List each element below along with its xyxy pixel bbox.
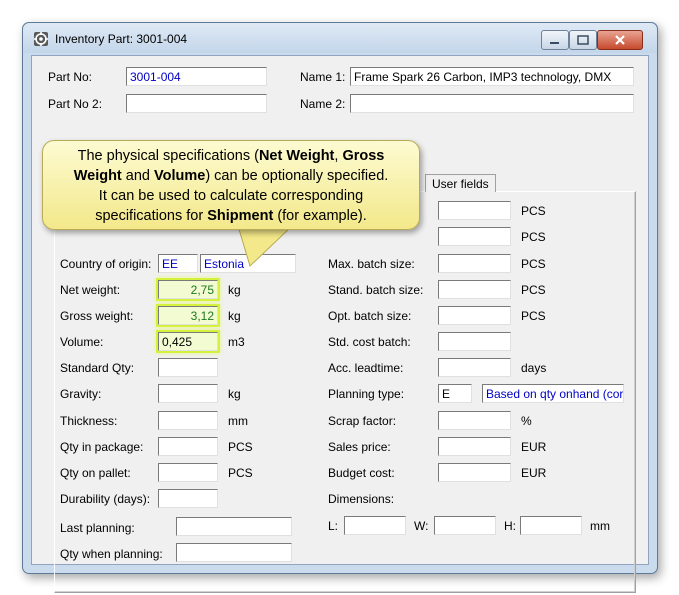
callout-text-4: ) can be optionally specified. <box>205 168 389 184</box>
help-callout: The physical specifications (Net Weight,… <box>42 140 420 230</box>
callout-text-1: The physical specifications ( <box>77 148 259 164</box>
callout-bold-gross: Gross <box>342 148 385 164</box>
callout-bold-volume: Volume <box>154 168 206 184</box>
callout-pointer <box>237 225 294 267</box>
callout-text-7: (for example). <box>273 208 367 224</box>
callout-text-5: It can be used to calculate correspondin… <box>98 188 364 204</box>
callout-bold-net-weight: Net Weight <box>258 148 335 164</box>
callout-text-6: specifications for <box>95 208 208 224</box>
callout-bold-weight: Weight <box>73 168 122 184</box>
callout-text-3: and <box>121 168 155 184</box>
callout-bold-shipment: Shipment <box>207 208 274 224</box>
